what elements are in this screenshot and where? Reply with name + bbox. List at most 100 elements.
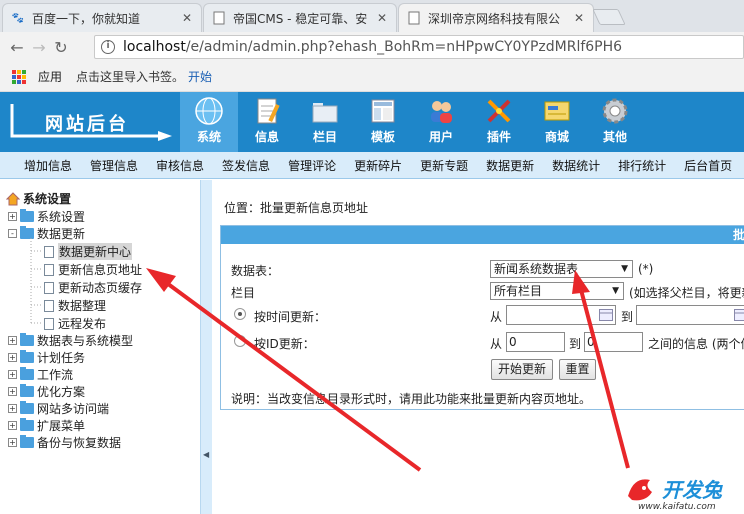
globe-icon	[194, 96, 224, 126]
url-path: /e/admin/admin.php?ehash_BohRm=nHPpwCY0Y…	[185, 39, 623, 55]
close-tab-icon[interactable]: ✕	[571, 11, 587, 25]
folder-icon	[20, 401, 34, 414]
breadcrumb: 位置：批量更新信息页地址	[224, 201, 369, 215]
menu-column[interactable]: 栏目	[296, 92, 354, 152]
main-content: 位置：批量更新信息页地址 批 数据表： 新闻系统数据表 ▼ (*) 栏目 所有栏目…	[212, 180, 744, 514]
sidebar-item-optimization[interactable]: + 优化方案	[8, 383, 85, 400]
sidebar-splitter[interactable]: ◀	[200, 180, 212, 514]
expand-plus-icon[interactable]: +	[8, 404, 17, 413]
start-link[interactable]: 开始	[188, 68, 212, 85]
folder-icon	[20, 384, 34, 397]
cms-header: 网站后台 系统 信息 栏目 模板 用户 插件 商城 其他	[0, 92, 744, 152]
plugin-icon	[484, 96, 514, 126]
reset-button[interactable]: 重置	[559, 359, 596, 380]
time-update-radio[interactable]	[234, 308, 246, 320]
subnav-sign-info[interactable]: 签发信息	[213, 157, 279, 174]
id-to-input[interactable]: 0	[584, 332, 643, 352]
info-icon[interactable]: i	[101, 40, 115, 54]
page-favicon-icon	[212, 11, 226, 25]
apps-link[interactable]: 应用	[38, 68, 62, 85]
calendar-icon[interactable]	[734, 309, 744, 321]
update-form-panel: 批 数据表： 新闻系统数据表 ▼ (*) 栏目 所有栏目 ▼ (如选择父栏目，将更新…	[220, 225, 744, 410]
close-tab-icon[interactable]: ✕	[374, 11, 390, 25]
sidebar-tree: 系统设置 + 系统设置 - 数据更新 数据更新中心 更新信息页地址 更新动态页缓…	[0, 180, 200, 514]
expand-plus-icon[interactable]: +	[8, 387, 17, 396]
menu-other[interactable]: 其他	[586, 92, 644, 152]
rabbit-logo-icon	[628, 479, 652, 501]
subnav-add-info[interactable]: 增加信息	[15, 157, 81, 174]
collapse-left-icon[interactable]: ◀	[203, 450, 209, 459]
logo: 网站后台	[0, 92, 180, 152]
column-label: 栏目	[231, 286, 256, 300]
forward-arrow-icon[interactable]: →	[28, 38, 50, 57]
expand-plus-icon[interactable]: +	[8, 421, 17, 430]
subnav-data-stats[interactable]: 数据统计	[543, 157, 609, 174]
menu-info[interactable]: 信息	[238, 92, 296, 152]
dropdown-arrow-icon: ▼	[612, 286, 619, 296]
subnav-admin-home[interactable]: 后台首页	[675, 157, 741, 174]
id-range-note: 之间的信息 (两个值	[648, 337, 744, 351]
id-from-input[interactable]: 0	[506, 332, 565, 352]
sidebar-item-backup-restore[interactable]: + 备份与恢复数据	[8, 434, 121, 451]
tree-lines	[30, 238, 43, 324]
subnav-rank-stats[interactable]: 排行统计	[609, 157, 675, 174]
folder-icon	[20, 435, 34, 448]
expand-plus-icon[interactable]: +	[8, 438, 17, 447]
column-note: (如选择父栏目，将更新	[629, 286, 744, 300]
folder-icon	[20, 418, 34, 431]
menu-system[interactable]: 系统	[180, 92, 238, 152]
menu-template[interactable]: 模板	[354, 92, 412, 152]
subnav-manage-info[interactable]: 管理信息	[81, 157, 147, 174]
sidebar-item-multi-access[interactable]: + 网站多访问端	[8, 400, 109, 417]
template-icon	[368, 96, 398, 126]
table-label: 数据表：	[231, 264, 280, 278]
browser-tab-bar: 🐾 百度一下，你就知道 ✕ 帝国CMS - 稳定可靠、安 ✕ 深圳帝京网络科技有…	[0, 0, 744, 32]
time-update-label: 按时间更新：	[254, 310, 327, 324]
panel-title: 批	[221, 226, 744, 244]
url-host: localhost	[123, 39, 186, 55]
reload-icon[interactable]: ↻	[50, 38, 72, 57]
address-bar-row: ← → ↻ i localhost/e/admin/admin.php?ehas…	[0, 32, 744, 62]
gear-icon	[600, 96, 630, 126]
logo-text: 网站后台	[45, 114, 129, 135]
subnav-update-topics[interactable]: 更新专题	[411, 157, 477, 174]
import-bookmarks-hint: 点击这里导入书签。	[76, 70, 185, 84]
baidu-favicon-icon: 🐾	[11, 12, 25, 24]
url-input[interactable]: i localhost/e/admin/admin.php?ehash_BohR…	[94, 35, 744, 59]
column-select[interactable]: 所有栏目 ▼	[490, 282, 624, 300]
subnav-manage-comments[interactable]: 管理评论	[279, 157, 345, 174]
watermark-logo: 开发兔 www.kaifatu.com	[622, 468, 744, 514]
dropdown-arrow-icon: ▼	[621, 264, 628, 274]
id-update-label: 按ID更新：	[254, 337, 315, 351]
browser-tab-active[interactable]: 深圳帝京网络科技有限公 ✕	[398, 3, 594, 32]
watermark-url: www.kaifatu.com	[638, 502, 716, 512]
subnav-data-update[interactable]: 数据更新	[477, 157, 543, 174]
id-update-radio[interactable]	[234, 335, 246, 347]
menu-mall[interactable]: 商城	[528, 92, 586, 152]
table-select[interactable]: 新闻系统数据表 ▼	[490, 260, 633, 278]
watermark-text: 开发兔	[662, 478, 722, 502]
menu-plugin[interactable]: 插件	[470, 92, 528, 152]
mall-icon	[542, 96, 572, 126]
sub-navigation: 增加信息 管理信息 审核信息 签发信息 管理评论 更新碎片 更新专题 数据更新 …	[0, 152, 744, 179]
folder-icon	[310, 96, 340, 126]
start-date-input[interactable]	[506, 305, 616, 325]
back-arrow-icon[interactable]: ←	[6, 38, 28, 57]
start-update-button[interactable]: 开始更新	[491, 359, 553, 380]
page-favicon-icon	[407, 11, 421, 25]
bookmarks-bar: 应用 点击这里导入书签。 开始	[0, 62, 744, 92]
users-icon	[426, 96, 456, 126]
apps-grid-icon[interactable]	[12, 69, 26, 84]
sidebar-item-extend-menu[interactable]: + 扩展菜单	[8, 417, 85, 434]
browser-tab-empirecms[interactable]: 帝国CMS - 稳定可靠、安 ✕	[203, 3, 397, 32]
calendar-icon[interactable]	[599, 309, 613, 321]
description-note: 说明：当改变信息目录形式时，请用此功能来批量更新内容页地址。	[231, 392, 592, 406]
end-date-input[interactable]	[636, 305, 744, 325]
notepad-icon	[252, 96, 282, 126]
close-tab-icon[interactable]: ✕	[179, 11, 195, 25]
subnav-review-info[interactable]: 审核信息	[147, 157, 213, 174]
menu-user[interactable]: 用户	[412, 92, 470, 152]
subnav-update-fragments[interactable]: 更新碎片	[345, 157, 411, 174]
new-tab-button[interactable]	[592, 9, 626, 25]
browser-tab-baidu[interactable]: 🐾 百度一下，你就知道 ✕	[2, 3, 202, 32]
